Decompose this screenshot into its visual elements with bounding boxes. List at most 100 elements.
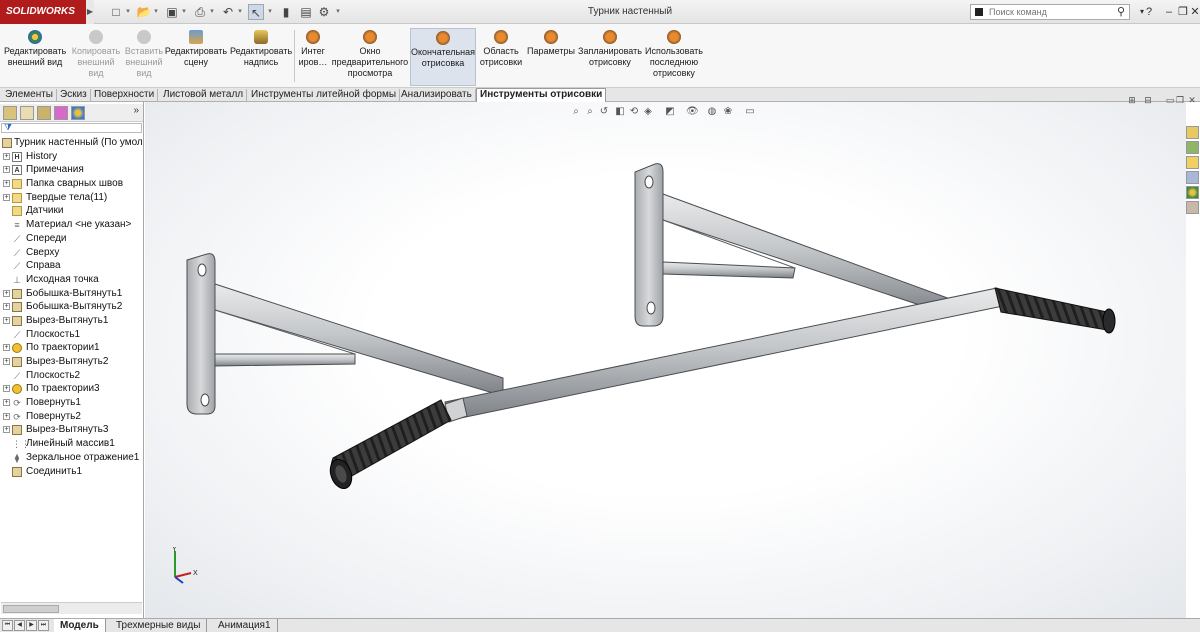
previous-view-icon[interactable]: ↺ — [598, 106, 610, 118]
expand-toggle-icon[interactable]: + — [3, 289, 10, 297]
tree-item[interactable]: + По траектории3 — [0, 382, 143, 396]
file-explorer-icon[interactable] — [1186, 156, 1199, 169]
tab-model[interactable]: Модель — [54, 619, 106, 632]
edit-decal-button[interactable]: Редактировать надпись — [230, 28, 292, 86]
schedule-render-button[interactable]: Запланировать отрисовку — [578, 28, 642, 86]
graphics-area[interactable]: ⌕ ⌕ ↺ ◧ ⟲ ◈ ◩ 👁 ◍ ❀ ▭ Y X — [145, 102, 1186, 618]
prev-tab-arrow-icon[interactable]: ◀ — [14, 620, 25, 631]
section-view-icon[interactable]: ◧ — [614, 106, 626, 118]
search-icon[interactable]: ⚲ — [1117, 5, 1125, 19]
new-document-icon[interactable]: □ — [108, 4, 124, 20]
help-icon[interactable]: ? — [1140, 3, 1158, 21]
tree-item[interactable]: + ⟳ Повернуть1 — [0, 396, 143, 410]
expand-toggle-icon[interactable]: + — [3, 399, 10, 407]
expand-toggle-icon[interactable]: + — [3, 166, 10, 174]
tree-item[interactable]: + Папка сварных швов — [0, 177, 143, 191]
tree-item[interactable]: + Вырез-Вытянуть3 — [0, 423, 143, 437]
tree-item[interactable]: ⟋ Сверху — [0, 246, 143, 260]
search-commands-box[interactable]: ⚲ — [970, 4, 1130, 20]
tree-item[interactable]: + Бобышка-Вытянуть2 — [0, 300, 143, 314]
viewport-restore-icon[interactable]: ❐ — [1174, 94, 1186, 106]
tree-item[interactable]: ⟋ Плоскость1 — [0, 328, 143, 342]
tree-item[interactable]: ⧫ Зеркальное отражение1 — [0, 451, 143, 465]
zoom-to-fit-icon[interactable]: ⌕ — [570, 106, 582, 118]
tab-surfaces[interactable]: Поверхности — [91, 89, 159, 102]
tree-item[interactable]: + ⟳ Повернуть2 — [0, 410, 143, 424]
render-options-button[interactable]: Параметры — [526, 28, 576, 86]
save-dropdown-icon[interactable]: ▾ — [180, 4, 188, 20]
tree-root-part[interactable]: Турник настенный (По умолч — [0, 136, 143, 150]
recall-last-render-button[interactable]: Использовать последнюю отрисовку — [644, 28, 704, 86]
expand-toggle-icon[interactable]: + — [3, 152, 10, 160]
undo-dropdown-icon[interactable]: ▾ — [236, 4, 244, 20]
open-dropdown-icon[interactable]: ▾ — [152, 4, 160, 20]
view-orientation-icon[interactable]: ◈ — [642, 106, 654, 118]
new-dropdown-icon[interactable]: ▾ — [124, 4, 132, 20]
preview-window-button[interactable]: Окно предварительного просмотра — [330, 28, 410, 86]
tree-item[interactable]: + Бобышка-Вытянуть1 — [0, 287, 143, 301]
next-tab-arrow-icon[interactable]: ▶ — [26, 620, 37, 631]
tree-item[interactable]: ⋮⋮ Линейный массив1 — [0, 437, 143, 451]
tree-item[interactable]: + Вырез-Вытянуть2 — [0, 355, 143, 369]
scrollbar-thumb[interactable] — [3, 605, 59, 613]
hide-show-items-icon[interactable]: 👁 — [686, 106, 699, 118]
save-icon[interactable]: ▣ — [164, 4, 180, 20]
apply-scene-icon[interactable]: ❀ — [722, 106, 734, 118]
tree-filter[interactable]: ⧩ — [1, 122, 142, 133]
print-icon[interactable]: ⎙ — [192, 4, 208, 20]
tab-3d-views[interactable]: Трехмерные виды — [110, 619, 208, 632]
expand-toggle-icon[interactable]: + — [3, 316, 10, 324]
viewport-close-icon[interactable]: ✕ — [1186, 94, 1198, 106]
tree-item[interactable]: + По траектории1 — [0, 341, 143, 355]
tree-item[interactable]: ⟋ Плоскость2 — [0, 369, 143, 383]
tree-item[interactable]: Датчики — [0, 204, 143, 218]
tree-item[interactable]: ⟋ Спереди — [0, 232, 143, 246]
solidworks-logo[interactable]: SOLIDWORKS — [0, 0, 86, 24]
edit-scene-button[interactable]: Редактировать сцену — [164, 28, 228, 86]
zoom-to-area-icon[interactable]: ⌕ — [584, 106, 596, 118]
search-scope-icon[interactable] — [975, 8, 983, 16]
viewport-split-icon[interactable]: ⊞ — [1126, 94, 1138, 106]
custom-properties-icon[interactable] — [1186, 201, 1199, 214]
solidworks-resources-icon[interactable] — [1186, 126, 1199, 139]
last-tab-arrow-icon[interactable]: ⏭ — [38, 620, 49, 631]
rebuild-icon[interactable]: ▮ — [278, 4, 294, 20]
expand-toggle-icon[interactable]: + — [3, 385, 10, 393]
file-properties-icon[interactable]: ▤ — [298, 4, 314, 20]
expand-toggle-icon[interactable]: + — [3, 426, 10, 434]
close-icon[interactable]: ✕ — [1186, 3, 1200, 21]
configuration-manager-tab-icon[interactable] — [37, 106, 51, 120]
property-manager-tab-icon[interactable] — [20, 106, 34, 120]
copy-appearance-button[interactable]: Копировать внешний вид — [68, 28, 124, 86]
pullup-bar-model[interactable] — [145, 102, 1186, 618]
display-manager-tab-icon[interactable] — [71, 106, 85, 120]
options-icon[interactable]: ⚙ — [316, 4, 332, 20]
tree-item[interactable]: ⟋ Справа — [0, 259, 143, 273]
view-settings-icon[interactable]: ▭ — [744, 106, 756, 118]
first-tab-arrow-icon[interactable]: ⏮ — [2, 620, 13, 631]
tab-evaluate[interactable]: Анализировать — [398, 89, 476, 102]
viewport-tile-icon[interactable]: ⊟ — [1142, 94, 1154, 106]
display-style-icon[interactable]: ◩ — [664, 106, 676, 118]
render-region-button[interactable]: Область отрисовки — [478, 28, 524, 86]
panel-more-icon[interactable]: » — [133, 105, 139, 116]
search-input[interactable] — [989, 6, 1109, 18]
print-dropdown-icon[interactable]: ▾ — [208, 4, 216, 20]
tree-item[interactable]: Соединить1 — [0, 465, 143, 479]
view-palette-icon[interactable] — [1186, 171, 1199, 184]
tree-item[interactable]: ⊥ Исходная точка — [0, 273, 143, 287]
expand-toggle-icon[interactable]: + — [3, 358, 10, 365]
tab-sketch[interactable]: Эскиз — [57, 89, 91, 102]
tab-render-tools[interactable]: Инструменты отрисовки — [476, 88, 607, 102]
options-dropdown-icon[interactable]: ▾ — [334, 4, 342, 20]
panel-horizontal-scrollbar[interactable] — [1, 602, 142, 614]
feature-manager-tab-icon[interactable] — [3, 106, 17, 120]
tree-item[interactable]: + Вырез-Вытянуть1 — [0, 314, 143, 328]
expand-toggle-icon[interactable]: + — [3, 303, 10, 311]
tab-features[interactable]: Элементы — [2, 89, 57, 102]
edit-appearance-button[interactable]: Редактировать внешний вид — [4, 28, 66, 86]
edit-appearance-hud-icon[interactable]: ◍ — [706, 106, 718, 118]
expand-toggle-icon[interactable]: + — [3, 412, 10, 420]
tree-item[interactable]: ≡ Материал <не указан> — [0, 218, 143, 232]
integrated-preview-button[interactable]: Интег иров… — [296, 28, 330, 86]
